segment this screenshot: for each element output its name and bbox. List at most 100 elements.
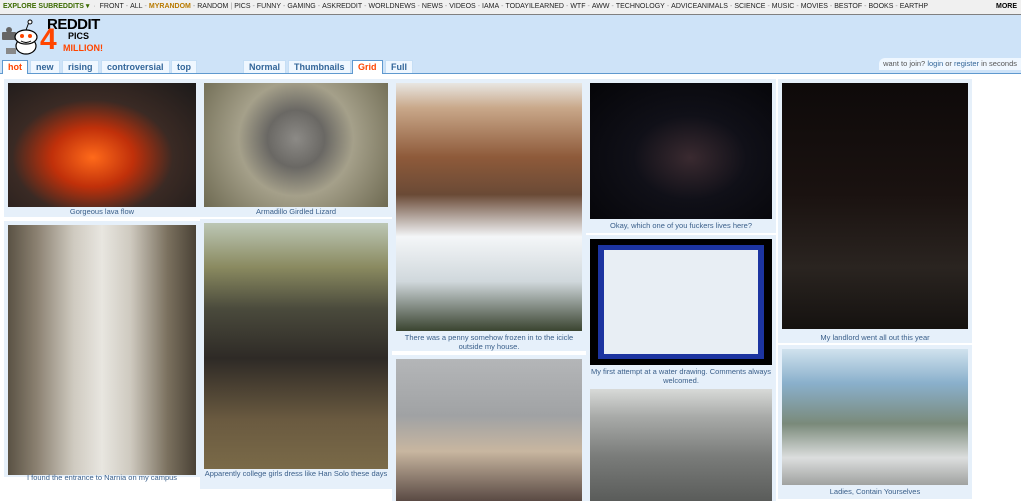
explore-subreddits-dropdown[interactable]: Explore subreddits ▾	[3, 3, 89, 10]
post-caption[interactable]: I found the entrance to Narnia on my cam…	[6, 473, 198, 482]
grid-post[interactable]: Gorgeous lava flow	[4, 79, 200, 217]
subreddit-link-music[interactable]: MUSIC	[772, 3, 795, 10]
reddit-logo[interactable]: REDDIT PICS 4 MILLION!	[0, 16, 110, 60]
post-thumbnail[interactable]	[204, 83, 388, 207]
subreddit-link-all[interactable]: ALL	[130, 3, 142, 10]
post-thumbnail[interactable]	[590, 83, 772, 219]
subreddit-link-movies[interactable]: MOVIES	[801, 3, 828, 10]
login-prompt-text: want to join?	[883, 59, 926, 68]
logo-million-text: MILLION!	[63, 43, 103, 53]
grid-post[interactable]: My first attempt at a water drawing. Com…	[586, 235, 776, 385]
tab-top[interactable]: top	[171, 60, 197, 73]
separator: -	[666, 3, 670, 10]
subreddit-link-funny[interactable]: FUNNY	[257, 3, 281, 10]
subreddit-link-pics[interactable]: PICS	[234, 3, 250, 10]
subreddit-link-books[interactable]: BOOKS	[869, 3, 894, 10]
post-thumbnail[interactable]	[590, 239, 772, 365]
subreddit-link-myrandom[interactable]: MYRANDOM	[149, 3, 191, 10]
post-thumbnail[interactable]	[396, 359, 582, 501]
separator: -	[864, 3, 867, 10]
post-caption[interactable]: Okay, which one of you fuckers lives her…	[588, 221, 774, 230]
separator: -	[364, 3, 367, 10]
tab-grid-view[interactable]: Grid	[352, 60, 383, 74]
post-thumbnail[interactable]	[8, 225, 196, 475]
register-link[interactable]: register	[954, 59, 979, 68]
grid-post[interactable]: There was a penny somehow frozen in to t…	[392, 79, 586, 351]
separator: -	[611, 3, 614, 10]
subreddit-link-science[interactable]: SCIENCE	[734, 3, 765, 10]
subreddit-link-news[interactable]: NEWS	[422, 3, 443, 10]
subreddit-link-technology[interactable]: TECHNOLOGY	[616, 3, 665, 10]
tab-thumbnails-view[interactable]: Thumbnails	[288, 60, 351, 73]
post-caption[interactable]: My landlord went all out this year	[780, 333, 970, 342]
separator: -	[317, 3, 321, 10]
subreddit-link-front[interactable]: FRONT	[100, 3, 124, 10]
subreddit-link-aww[interactable]: AWW	[592, 3, 610, 10]
separator: -	[283, 3, 286, 10]
logo-subreddit-name: PICS	[68, 31, 90, 41]
post-caption[interactable]: Armadillo Girdled Lizard	[202, 207, 390, 216]
separator: -	[144, 3, 147, 10]
post-caption[interactable]: There was a penny somehow frozen in to t…	[394, 333, 584, 351]
login-suffix-text: in seconds	[981, 59, 1017, 68]
grid-post[interactable]: Ladies, Contain Yourselves	[778, 345, 972, 499]
post-caption[interactable]: Apparently college girls dress like Han …	[202, 469, 390, 478]
separator: |	[230, 3, 233, 10]
subreddit-link-gaming[interactable]: GAMING	[287, 3, 315, 10]
grid-post[interactable]	[392, 355, 586, 501]
post-grid: Gorgeous lava flow I found the entrance …	[0, 73, 1021, 501]
subreddit-link-worldnews[interactable]: WORLDNEWS	[368, 3, 415, 10]
login-link[interactable]: login	[927, 59, 943, 68]
subreddit-link-todayilearned[interactable]: TODAYILEARNED	[506, 3, 564, 10]
post-caption[interactable]: Ladies, Contain Yourselves	[780, 487, 970, 496]
separator: -	[767, 3, 770, 10]
login-prompt: want to join? login or register in secon…	[879, 58, 1021, 70]
logo-big-number: 4	[40, 23, 57, 56]
subreddit-link-adviceanimals[interactable]: ADVICEANIMALS	[671, 3, 728, 10]
post-thumbnail[interactable]	[204, 223, 388, 469]
separator: -	[252, 3, 255, 10]
tab-controversial[interactable]: controversial	[101, 60, 170, 73]
grid-post[interactable]: I found the entrance to Narnia on my cam…	[4, 221, 200, 482]
subreddit-bar: Explore subreddits ▾ · FRONT - ALL - MYRANDO…	[0, 0, 1021, 15]
separator: -	[444, 3, 448, 10]
separator: -	[729, 3, 733, 10]
separator: -	[125, 3, 129, 10]
tab-normal-view[interactable]: Normal	[243, 60, 287, 73]
post-caption[interactable]: My first attempt at a water drawing. Com…	[588, 367, 774, 385]
post-caption[interactable]: Gorgeous lava flow	[6, 207, 198, 216]
subreddit-link-bestof[interactable]: BESTOF	[834, 3, 862, 10]
post-thumbnail[interactable]	[782, 349, 968, 485]
separator: -	[587, 3, 590, 10]
tab-new[interactable]: new	[30, 60, 60, 73]
separator: -	[501, 3, 504, 10]
post-thumbnail[interactable]	[8, 83, 196, 207]
grid-post[interactable]: Okay, which one of you fuckers lives her…	[586, 79, 776, 233]
grid-post[interactable]: Armadillo Girdled Lizard	[200, 79, 392, 217]
site-header: REDDIT PICS 4 MILLION! hot new rising co…	[0, 15, 1021, 74]
post-thumbnail[interactable]	[782, 83, 968, 329]
separator: -	[796, 3, 799, 10]
explore-label: Explore subreddits	[3, 3, 84, 10]
separator: -	[829, 3, 833, 10]
subreddit-link-earthp[interactable]: EARTHP	[900, 3, 928, 10]
separator: -	[477, 3, 481, 10]
grid-post[interactable]	[586, 385, 776, 501]
grid-post[interactable]: My landlord went all out this year	[778, 79, 972, 343]
tab-hot[interactable]: hot	[2, 60, 28, 74]
login-or-text: or	[945, 59, 952, 68]
separator: -	[895, 3, 898, 10]
subreddit-link-askreddit[interactable]: ASKREDDIT	[322, 3, 362, 10]
subreddit-list: FRONT - ALL - MYRANDOM - RANDOM | PICS - FUNNY - GAM…	[100, 3, 928, 10]
subreddit-link-iama[interactable]: IAMA	[482, 3, 499, 10]
subreddit-link-wtf[interactable]: WTF	[570, 3, 585, 10]
separator: -	[565, 3, 569, 10]
tab-full-view[interactable]: Full	[385, 60, 413, 73]
more-subreddits-link[interactable]: MORE	[992, 0, 1021, 14]
subreddit-link-videos[interactable]: VIDEOS	[449, 3, 475, 10]
tab-rising[interactable]: rising	[62, 60, 99, 73]
subreddit-link-random[interactable]: RANDOM	[197, 3, 228, 10]
grid-post[interactable]: Apparently college girls dress like Han …	[200, 219, 392, 489]
post-thumbnail[interactable]	[590, 389, 772, 501]
post-thumbnail[interactable]	[396, 83, 582, 331]
